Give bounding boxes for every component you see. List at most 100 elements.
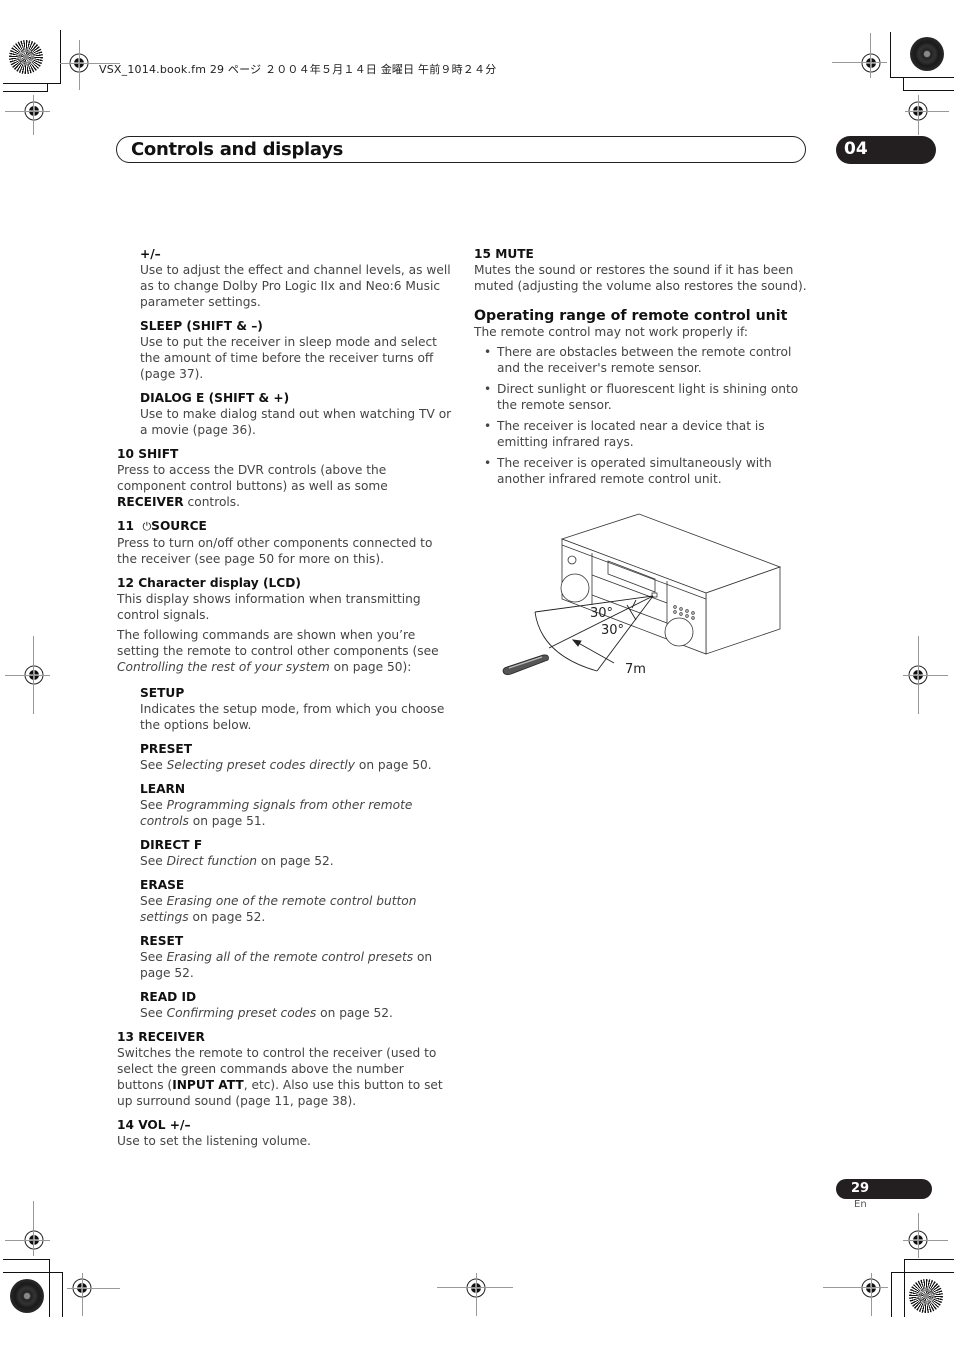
crop-mark — [904, 1259, 954, 1260]
crop-mark — [49, 1259, 50, 1317]
crosshair-line — [823, 1287, 888, 1288]
chapter-badge: 04 — [836, 136, 936, 164]
body-text: The following commands are shown when yo… — [117, 628, 439, 658]
crop-mark — [904, 1259, 905, 1317]
cross-reference: Programming signals from other remote co… — [140, 798, 413, 828]
body-text: on page 52. — [316, 1006, 393, 1020]
lcd-command-entry: SETUP Indicates the setup mode, from whic… — [117, 685, 452, 733]
crosshair-line — [918, 95, 919, 135]
entry-source: 11 ⏻SOURCE Press to turn on/off other co… — [117, 518, 452, 567]
entry-heading: 11 ⏻SOURCE — [117, 518, 452, 535]
entry-mute: 15 MUTE Mutes the sound or restores the … — [474, 246, 809, 294]
body-text: on page 52. — [257, 854, 334, 868]
entry-body: Switches the remote to control the recei… — [117, 1045, 452, 1109]
cross-reference: Erasing all of the remote control preset… — [166, 950, 414, 964]
crosshair-line — [5, 1240, 50, 1241]
crosshair-line — [33, 95, 34, 135]
registration-starburst-icon — [910, 37, 944, 71]
crop-mark — [891, 1272, 892, 1317]
crosshair-line — [871, 1273, 872, 1316]
cross-reference: Confirming preset codes — [166, 1006, 317, 1020]
entry-heading: SLEEP (SHIFT & –) — [140, 319, 263, 333]
crosshair-line — [82, 1273, 83, 1316]
crop-mark — [3, 91, 48, 92]
body-text: See — [140, 854, 167, 868]
lcd-command-entry: READ ID See Confirming preset codes on pa… — [117, 989, 452, 1021]
entry-heading: 13 RECEIVER — [117, 1030, 205, 1044]
crosshair-line — [905, 111, 949, 112]
entry-heading: READ ID — [140, 990, 197, 1004]
receiver-illustration — [560, 513, 782, 655]
body-text: Press to access the DVR controls (above … — [117, 463, 388, 493]
page-language: En — [854, 1199, 867, 1210]
lcd-command-entry: LEARN See Programming signals from other … — [117, 781, 452, 829]
entry-body: Indicates the setup mode, from which you… — [140, 701, 452, 733]
entry-heading: +/– — [140, 247, 161, 261]
crosshair-line — [5, 111, 50, 112]
entry-body: Use to adjust the effect and channel lev… — [140, 263, 451, 309]
crosshair-line — [903, 1240, 948, 1241]
condition-item: The receiver is operated simultaneously … — [474, 455, 809, 487]
entry-body: Press to access the DVR controls (above … — [117, 462, 452, 510]
distance-label: 7m — [625, 662, 646, 677]
lcd-command-entry: RESET See Erasing all of the remote contr… — [117, 933, 452, 981]
crosshair-line — [476, 1273, 477, 1316]
entry-heading: 14 VOL +/– — [117, 1118, 191, 1132]
angle-label-lower: 30° — [601, 623, 624, 638]
cross-reference: Direct function — [166, 854, 258, 868]
cross-reference: Selecting preset codes directly — [166, 758, 355, 772]
crosshair-line — [918, 636, 919, 714]
entry-lcd: 12 Character display (LCD) This display … — [117, 575, 452, 675]
crop-mark — [891, 1272, 954, 1273]
crop-mark — [3, 1272, 63, 1273]
entry-body: See Programming signals from other remot… — [140, 797, 452, 829]
entry-body: Use to make dialog stand out when watchi… — [140, 407, 452, 437]
entry-plus-minus: +/– Use to adjust the effect and channel… — [117, 246, 452, 310]
body-text: on page 50. — [355, 758, 432, 772]
entry-body: Press to turn on/off other components co… — [117, 536, 433, 566]
chapter-number: 04 — [844, 139, 868, 159]
body-text: on page 51. — [188, 814, 266, 828]
entry-body: The following commands are shown when yo… — [117, 627, 452, 675]
condition-item: The receiver is located near a device th… — [474, 418, 809, 450]
registration-starburst-icon — [10, 1279, 44, 1313]
entry-heading: PRESET — [140, 742, 193, 756]
entry-heading: ERASE — [140, 878, 185, 892]
crosshair-line — [437, 1287, 513, 1288]
crosshair-line — [832, 62, 887, 63]
section-title-bar: Controls and displays — [116, 136, 806, 163]
entry-receiver: 13 RECEIVER Switches the remote to contr… — [117, 1029, 452, 1109]
crosshair-line — [918, 1213, 919, 1258]
lcd-command-entry: DIRECT F See Direct function on page 52. — [117, 837, 452, 869]
condition-item: There are obstacles between the remote c… — [474, 344, 809, 376]
entry-heading: RESET — [140, 934, 184, 948]
right-column: 15 MUTE Mutes the sound or restores the … — [474, 246, 809, 492]
entry-body: See Selecting preset codes directly on p… — [140, 757, 452, 773]
crosshair-line — [5, 675, 50, 676]
crosshair-line — [903, 675, 948, 676]
page-number-badge: 29 — [836, 1179, 932, 1199]
body-text: See — [140, 758, 167, 772]
entry-body: See Erasing one of the remote control bu… — [140, 893, 452, 925]
power-icon: ⏻ — [142, 520, 152, 533]
left-knob-icon — [560, 573, 590, 603]
left-column: +/– Use to adjust the effect and channel… — [117, 246, 452, 1157]
condition-item: Direct sunlight or fluorescent light is … — [474, 381, 809, 413]
crosshair-line — [79, 40, 80, 90]
section-intro: The remote control may not work properly… — [474, 325, 749, 339]
body-text: Indicates the setup mode, from which you… — [140, 702, 445, 732]
entry-heading: DIRECT F — [140, 838, 203, 852]
crop-mark — [62, 1272, 63, 1317]
body-text: controls. — [183, 495, 241, 509]
body-text: See — [140, 1006, 167, 1020]
arrow-head-icon — [571, 639, 582, 647]
body-text: See — [140, 950, 167, 964]
entry-body: See Erasing all of the remote control pr… — [140, 949, 452, 981]
section-heading: Operating range of remote control unit — [474, 308, 788, 324]
lcd-command-entry: PRESET See Selecting preset codes directl… — [117, 741, 452, 773]
entry-heading: 15 MUTE — [474, 247, 534, 261]
lcd-command-entry: ERASE See Erasing one of the remote contr… — [117, 877, 452, 925]
entry-sleep: SLEEP (SHIFT & –) Use to put the receive… — [117, 318, 452, 382]
cross-reference: Erasing one of the remote control button… — [140, 894, 417, 924]
registration-target-icon — [861, 53, 881, 73]
